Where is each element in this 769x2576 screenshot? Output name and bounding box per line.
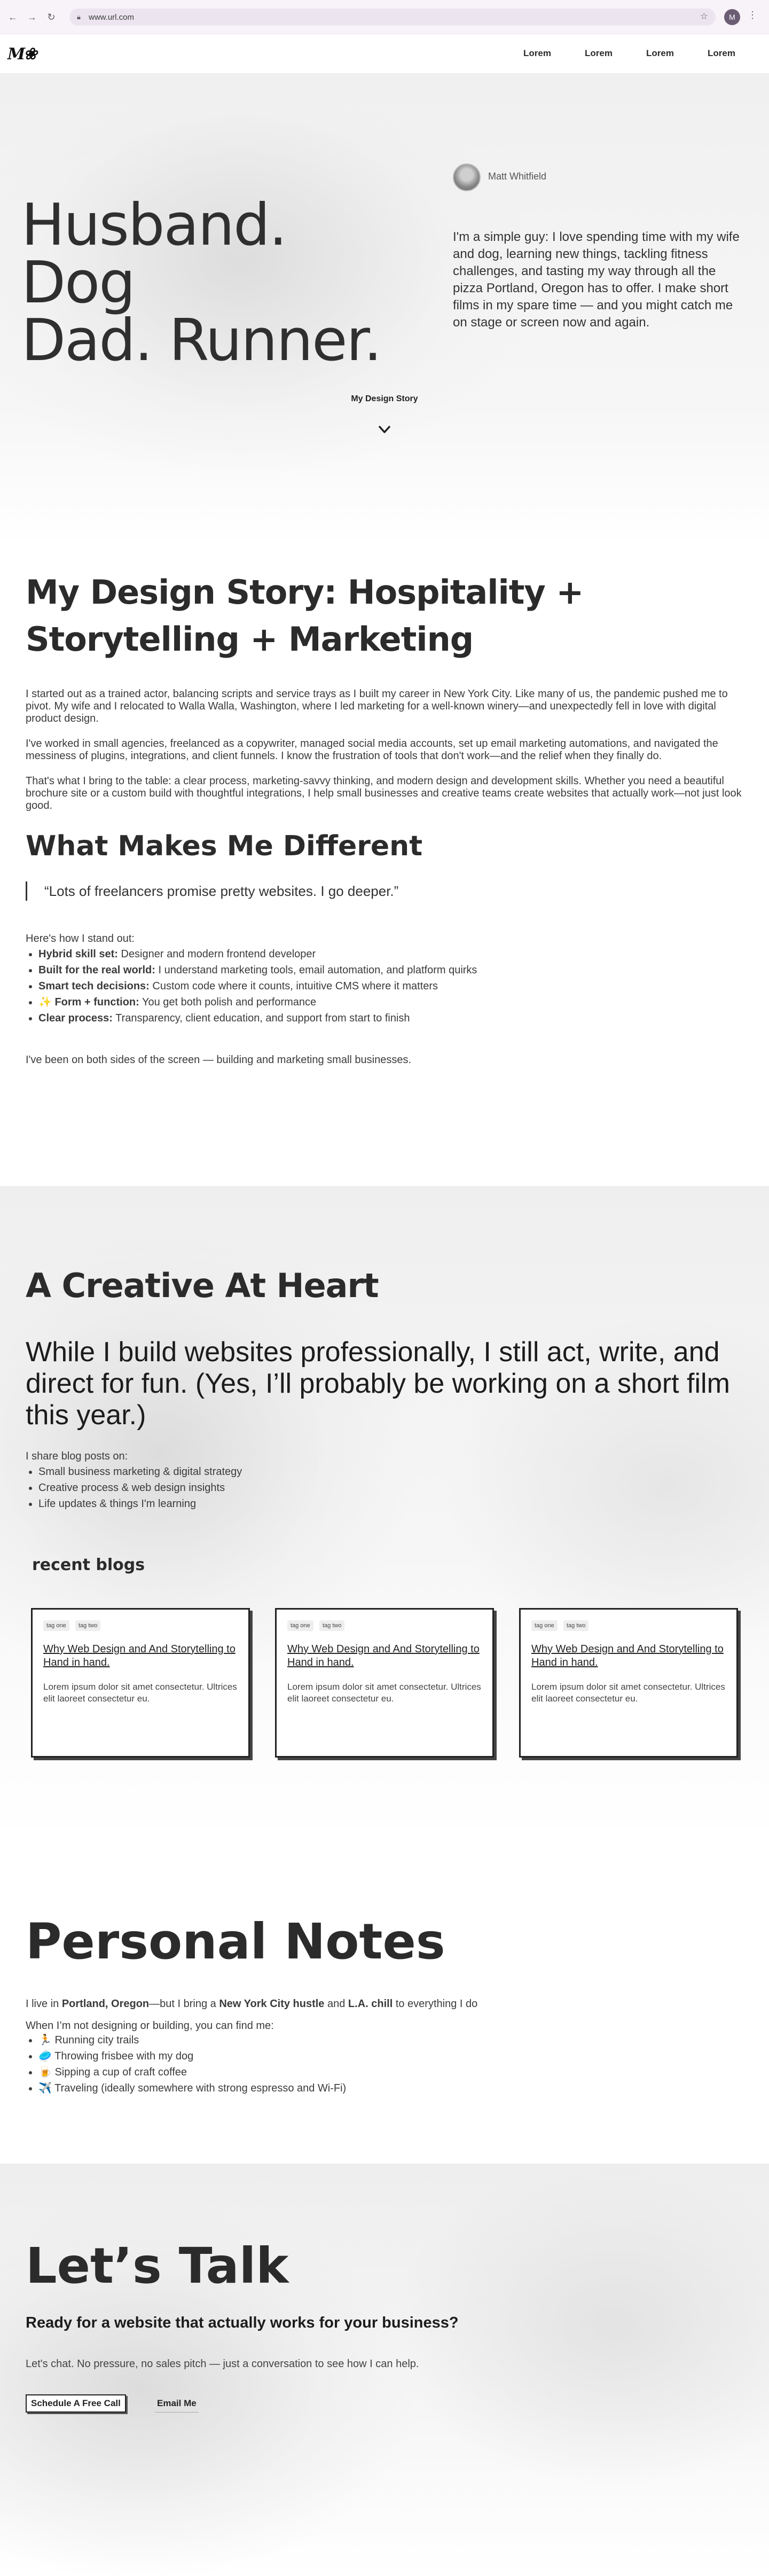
blog-card[interactable]: tag one tag two Why Web Design and And S…	[275, 1608, 494, 1758]
location-line: I live in Portland, Oregon—but I bring a…	[26, 1998, 743, 2010]
schedule-call-button[interactable]: Schedule A Free Call	[26, 2394, 126, 2413]
hobby-item: ✈️ Traveling (ideally somewhere with str…	[38, 2080, 743, 2096]
email-me-button[interactable]: Email Me	[155, 2395, 199, 2413]
blog-tag[interactable]: tag two	[563, 1620, 589, 1631]
hobby-list: 🏃 Running city trails 🥏 Throwing frisbee…	[26, 2032, 743, 2096]
story-closing: I've been on both sides of the screen — …	[26, 1054, 412, 1066]
site-header: M❀ Lorem Lorem Lorem Lorem	[0, 34, 769, 74]
blog-card-description: Lorem ipsum dolor sit amet consectetur. …	[287, 1682, 481, 1704]
different-heading: What Makes Me Different	[26, 830, 423, 862]
kebab-menu-icon[interactable]: ⋮	[748, 10, 757, 21]
design-story-heading: My Design Story: Hospitality + Storytell…	[26, 573, 584, 659]
story-paragraph-2: I've worked in small agencies, freelance…	[26, 738, 718, 762]
story-paragraph-3: That's what I bring to the table: a clea…	[26, 775, 742, 811]
standout-label: Built for the real world:	[38, 964, 155, 976]
standout-text: Designer and modern frontend developer	[117, 948, 316, 960]
back-arrow-icon[interactable]: ←	[6, 11, 19, 24]
location-text: —but I bring a	[149, 1998, 219, 2010]
blog-topics: I share blog posts on: Small business ma…	[26, 1450, 453, 1512]
creative-statement: While I build websites professionally, I…	[26, 1337, 730, 1431]
contact-subheading: Ready for a website that actually works …	[26, 2314, 459, 2331]
sparkle-icon: ✨	[38, 996, 55, 1008]
recent-blogs-heading: recent blogs	[32, 1556, 145, 1574]
creative-heading: A Creative At Heart	[26, 1266, 379, 1305]
chevron-down-icon[interactable]	[377, 422, 392, 437]
location-text: I live in	[26, 1998, 62, 2010]
site-logo[interactable]: M❀	[7, 45, 37, 64]
nav-link-3[interactable]: Lorem	[646, 48, 674, 59]
standout-item: Hybrid skill set: Designer and modern fr…	[38, 946, 743, 962]
location-text: and	[324, 1998, 348, 2010]
hero-intro: I'm a simple guy: I love spending time w…	[453, 230, 740, 330]
hero-title-line-2: Dad. Runner.	[21, 307, 382, 374]
forward-arrow-icon[interactable]: →	[26, 11, 38, 24]
contact-section: Let’s Talk Ready for a website that actu…	[0, 2164, 769, 2576]
standout-item: Smart tech decisions: Custom code where …	[38, 978, 743, 994]
reload-icon[interactable]: ↻	[45, 11, 58, 24]
personal-notes-section: Personal Notes I live in Portland, Orego…	[26, 1913, 743, 2096]
standout-item: Clear process: Transparency, client educ…	[38, 1010, 743, 1026]
blog-tag[interactable]: tag one	[43, 1620, 69, 1631]
hero-title-line-1: Husband. Dog	[21, 192, 287, 316]
contact-heading: Let’s Talk	[26, 2237, 289, 2294]
location-la: L.A. chill	[348, 1998, 393, 2010]
browser-toolbar: ← → ↻ 🔒︎ www.url.com ☆ M ⋮	[0, 0, 769, 34]
design-story-section: My Design Story: Hospitality + Storytell…	[26, 569, 743, 1066]
blog-intro-text: I share blog posts on:	[26, 1450, 128, 1462]
blog-tag[interactable]: tag two	[75, 1620, 101, 1631]
location-nyc: New York City hustle	[219, 1998, 325, 2010]
creative-section: A Creative At Heart While I build websit…	[0, 1186, 769, 1838]
blog-topic-item: Life updates & things I'm learning	[38, 1496, 453, 1512]
standout-text: You get both polish and performance	[139, 996, 317, 1008]
lock-icon: 🔒︎	[77, 13, 81, 21]
standout-item: Built for the real world: I understand m…	[38, 962, 743, 978]
design-story-link-label[interactable]: My Design Story	[351, 394, 418, 403]
design-story-link: My Design Story	[0, 394, 769, 404]
blog-card-description: Lorem ipsum dolor sit amet consectetur. …	[531, 1682, 725, 1704]
address-bar[interactable]: 🔒︎ www.url.com ☆	[69, 9, 716, 26]
profile-avatar[interactable]: M	[724, 9, 740, 25]
url-text[interactable]: www.url.com	[89, 13, 134, 22]
standout-label: Hybrid skill set:	[38, 948, 118, 960]
hero-title: Husband. Dog Dad. Runner.	[21, 197, 417, 370]
find-me-intro: When I’m not designing or building, you …	[26, 2020, 274, 2032]
pull-quote: “Lots of freelancers promise pretty webs…	[26, 881, 743, 901]
author-name: Matt Whitfield	[488, 171, 547, 182]
location-text: to everything I do	[393, 1998, 478, 2010]
standout-intro: Here's how I stand out:	[26, 933, 135, 944]
blog-card-title[interactable]: Why Web Design and And Storytelling to H…	[531, 1643, 732, 1669]
blog-tag[interactable]: tag two	[319, 1620, 345, 1631]
hobby-item: 🏃 Running city trails	[38, 2032, 743, 2048]
personal-notes-heading: Personal Notes	[26, 1913, 445, 1970]
blog-tag[interactable]: tag one	[287, 1620, 313, 1631]
standout-text: I understand marketing tools, email auto…	[155, 964, 477, 976]
bookmark-star-icon[interactable]: ☆	[700, 11, 708, 22]
blog-tag[interactable]: tag one	[531, 1620, 558, 1631]
story-paragraph-1: I started out as a trained actor, balanc…	[26, 688, 728, 724]
blog-topic-item: Small business marketing & digital strat…	[38, 1464, 453, 1480]
nav-link-2[interactable]: Lorem	[585, 48, 613, 59]
blog-card-title[interactable]: Why Web Design and And Storytelling to H…	[43, 1643, 244, 1669]
standout-list: Hybrid skill set: Designer and modern fr…	[26, 946, 743, 1026]
nav-link-4[interactable]: Lorem	[708, 48, 735, 59]
location-portland: Portland, Oregon	[61, 1998, 150, 2010]
standout-label: Clear process:	[38, 1012, 113, 1024]
blog-topic-list: Small business marketing & digital strat…	[26, 1464, 453, 1512]
standout-text: Transparency, client education, and supp…	[112, 1012, 410, 1024]
blog-card-title[interactable]: Why Web Design and And Storytelling to H…	[287, 1643, 488, 1669]
standout-label: Smart tech decisions:	[38, 980, 150, 992]
hero-section: Husband. Dog Dad. Runner. Matt Whitfield…	[0, 74, 769, 544]
blog-card[interactable]: tag one tag two Why Web Design and And S…	[519, 1608, 738, 1758]
standout-label: Form + function:	[54, 996, 139, 1008]
blog-card-description: Lorem ipsum dolor sit amet consectetur. …	[43, 1682, 237, 1704]
blog-topic-item: Creative process & web design insights	[38, 1480, 453, 1496]
hobby-item: 🥏 Throwing frisbee with my dog	[38, 2048, 743, 2064]
nav-link-1[interactable]: Lorem	[523, 48, 551, 59]
blog-card[interactable]: tag one tag two Why Web Design and And S…	[31, 1608, 250, 1758]
hobby-item: 🍺 Sipping a cup of craft coffee	[38, 2064, 743, 2080]
standout-text: Custom code where it counts, intuitive C…	[149, 980, 438, 992]
contact-text: Let's chat. No pressure, no sales pitch …	[26, 2358, 419, 2370]
author-avatar	[453, 163, 481, 191]
standout-item: ✨ Form + function: You get both polish a…	[38, 994, 743, 1010]
